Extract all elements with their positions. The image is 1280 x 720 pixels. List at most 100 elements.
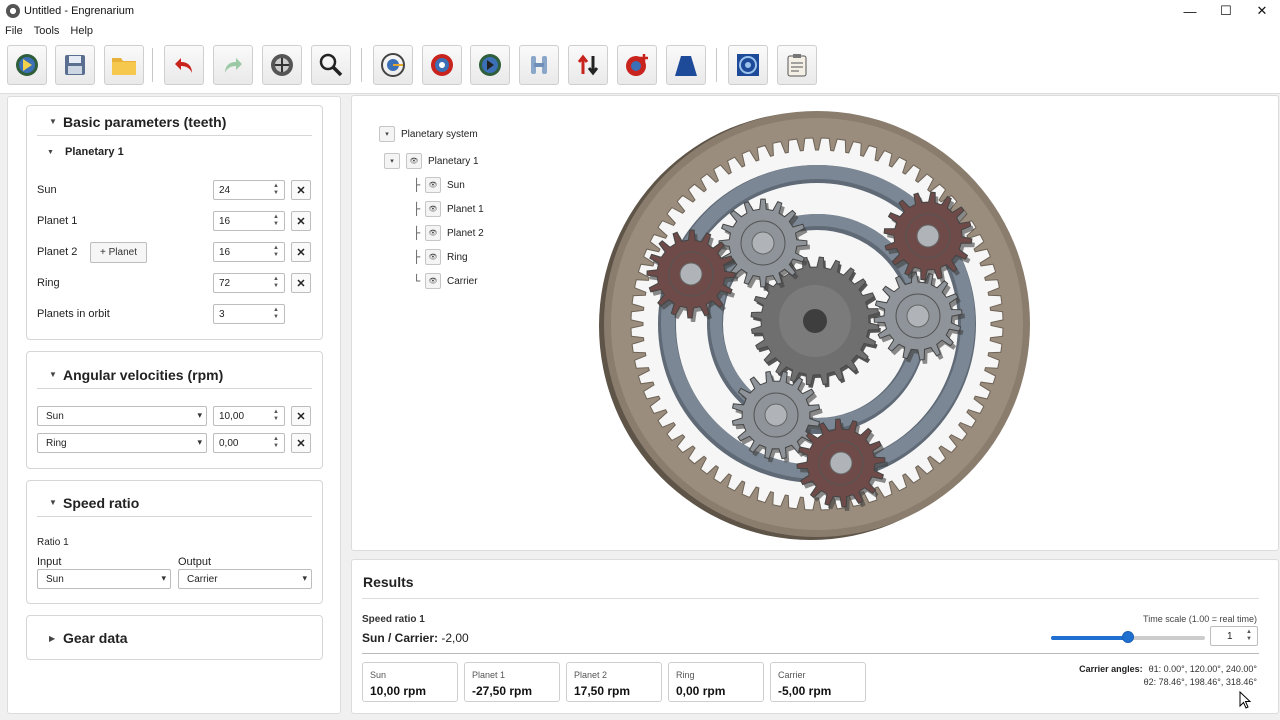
gear-data-card: ▶ Gear data — [26, 615, 323, 660]
speed-ratio-1-label: Speed ratio 1 — [362, 614, 425, 625]
planet-2-row: Planet 2 + Planet 16 ▲ ▼ ✕ — [37, 242, 317, 264]
settings-icon — [737, 54, 759, 76]
speed-ratio-card: ▼ Speed ratio Ratio 1 Input Output Sun ▾ … — [26, 480, 323, 604]
gear-data-title: Gear data — [63, 630, 128, 646]
redo-icon — [225, 58, 242, 73]
result-card-sun: Sun 10,00 rpm — [362, 662, 458, 702]
maximize-button[interactable]: ☐ — [1208, 0, 1244, 22]
swap-direction-button[interactable] — [568, 45, 608, 85]
ring-teeth-input[interactable]: 72 ▲ ▼ — [213, 273, 285, 293]
time-scale-label: Time scale (1.00 = real time) — [1143, 614, 1257, 624]
toolbar-separator — [361, 48, 362, 82]
swap-arrows-icon — [577, 54, 599, 76]
report-button[interactable] — [777, 45, 817, 85]
new-gear-button[interactable] — [7, 45, 47, 85]
toolbar-separator — [152, 48, 153, 82]
basic-parameters-card: ▼ Basic parameters (teeth) ▼ Planetary 1… — [26, 105, 323, 340]
planet-1-clear-button[interactable]: ✕ — [291, 211, 311, 231]
center-view-button[interactable] — [262, 45, 302, 85]
toolbar-separator — [716, 48, 717, 82]
gear-tool-3-button[interactable] — [470, 45, 510, 85]
velocity-row-2: Ring ▾ 0,00 ▲ ▼ ✕ — [37, 433, 317, 455]
gear-set-icon — [479, 54, 501, 76]
velocity-1-clear-button[interactable]: ✕ — [291, 406, 311, 426]
speed-ratio-header[interactable]: ▼ Speed ratio — [37, 489, 312, 517]
minimize-button[interactable]: — — [1172, 0, 1208, 22]
planet-1-gear-pin — [764, 403, 788, 427]
planetary-gear-render[interactable] — [352, 96, 1278, 550]
sun-gear-bore — [803, 309, 827, 333]
basic-parameters-title: Basic parameters (teeth) — [63, 113, 227, 130]
zoom-icon — [319, 53, 343, 77]
result-card-planet-1: Planet 1 -27,50 rpm — [464, 662, 560, 702]
angular-velocities-card: ▼ Angular velocities (rpm) Sun ▾ 10,00 ▲ ▼ … — [26, 351, 323, 469]
planets-in-orbit-label: Planets in orbit — [37, 308, 110, 320]
gear-tool-1-button[interactable] — [373, 45, 413, 85]
undo-icon — [175, 58, 192, 73]
collapse-icon: ▼ — [49, 370, 57, 379]
folder-icon — [112, 58, 136, 75]
tooth-profile-icon — [675, 56, 697, 76]
add-planet-button[interactable]: + Planet — [90, 242, 147, 263]
planets-in-orbit-input[interactable]: 3 ▲ ▼ — [213, 304, 285, 324]
save-button[interactable] — [55, 45, 95, 85]
zoom-button[interactable] — [311, 45, 351, 85]
sun-teeth-input[interactable]: 24 ▲ ▼ — [213, 180, 285, 200]
center-view-icon — [271, 54, 293, 76]
results-title: Results — [363, 574, 414, 590]
angular-velocities-header[interactable]: ▼ Angular velocities (rpm) — [37, 361, 312, 389]
sun-label: Sun — [37, 184, 57, 196]
menu-file[interactable]: File — [0, 25, 29, 37]
left-panel: ▼ Basic parameters (teeth) ▼ Planetary 1… — [7, 96, 341, 714]
output-gear-select[interactable]: Carrier ▾ — [178, 569, 312, 589]
planet-1-gear-pin — [906, 304, 930, 328]
input-label: Input — [37, 556, 62, 568]
slider-handle[interactable] — [1122, 631, 1134, 643]
time-scale-input[interactable]: 1 ▲ ▼ — [1210, 626, 1258, 646]
sun-row: Sun 24 ▲ ▼ ✕ — [37, 180, 317, 202]
gear-tool-2-button[interactable] — [422, 45, 462, 85]
carrier-angles-theta1: Carrier angles: θ1: 0.00°, 120.00°, 240.0… — [1079, 664, 1257, 674]
save-icon — [65, 55, 85, 75]
velocity-2-gear-select[interactable]: Ring ▾ — [37, 433, 207, 453]
mouse-cursor-icon — [1239, 691, 1252, 709]
coupling-button[interactable] — [519, 45, 559, 85]
planetary-1-header[interactable]: ▼ Planetary 1 — [47, 142, 322, 162]
planet-2-label: Planet 2 — [37, 246, 78, 258]
velocity-2-value-input[interactable]: 0,00 ▲ ▼ — [213, 433, 285, 453]
ring-row: Ring 72 ▲ ▼ ✕ — [37, 273, 317, 295]
gear-viewport[interactable]: ▾ Planetary system ▾ 👁 Planetary 1 ├ 👁 Sun ├ 👁… — [351, 95, 1279, 551]
basic-parameters-header[interactable]: ▼ Basic parameters (teeth) — [37, 108, 312, 136]
tooth-profile-button[interactable] — [666, 45, 706, 85]
redo-button[interactable] — [213, 45, 253, 85]
settings-button[interactable] — [728, 45, 768, 85]
velocity-1-value-input[interactable]: 10,00 ▲ ▼ — [213, 406, 285, 426]
collapse-icon: ▼ — [47, 148, 54, 156]
undo-button[interactable] — [164, 45, 204, 85]
planet-1-teeth-input[interactable]: 16 ▲ ▼ — [213, 211, 285, 231]
menu-help[interactable]: Help — [65, 25, 99, 37]
velocity-1-gear-select[interactable]: Sun ▾ — [37, 406, 207, 426]
planet-1-gear-pin — [751, 231, 775, 255]
new-gear-icon — [16, 54, 38, 76]
ring-label: Ring — [37, 277, 60, 289]
planet-2-clear-button[interactable]: ✕ — [291, 242, 311, 262]
time-scale-slider[interactable] — [1051, 631, 1205, 643]
add-gear-icon — [626, 54, 648, 76]
result-card-carrier: Carrier -5,00 rpm — [770, 662, 866, 702]
input-gear-select[interactable]: Sun ▾ — [37, 569, 171, 589]
velocity-2-clear-button[interactable]: ✕ — [291, 433, 311, 453]
planet-2-teeth-input[interactable]: 16 ▲ ▼ — [213, 242, 285, 262]
open-button[interactable] — [104, 45, 144, 85]
carrier-angles-theta2: θ2: 78.46°, 198.46°, 318.46° — [1143, 677, 1257, 687]
close-button[interactable]: ✕ — [1244, 0, 1280, 22]
planet-2-gear-pin — [829, 451, 853, 475]
planetary-1-title: Planetary 1 — [65, 146, 124, 158]
planet-2-gear-pin — [916, 224, 940, 248]
ring-clear-button[interactable]: ✕ — [291, 273, 311, 293]
add-gear-button[interactable] — [617, 45, 657, 85]
sun-clear-button[interactable]: ✕ — [291, 180, 311, 200]
menu-tools[interactable]: Tools — [29, 25, 66, 37]
planet-1-row: Planet 1 16 ▲ ▼ ✕ — [37, 211, 317, 233]
gear-data-header[interactable]: ▶ Gear data — [37, 624, 312, 652]
